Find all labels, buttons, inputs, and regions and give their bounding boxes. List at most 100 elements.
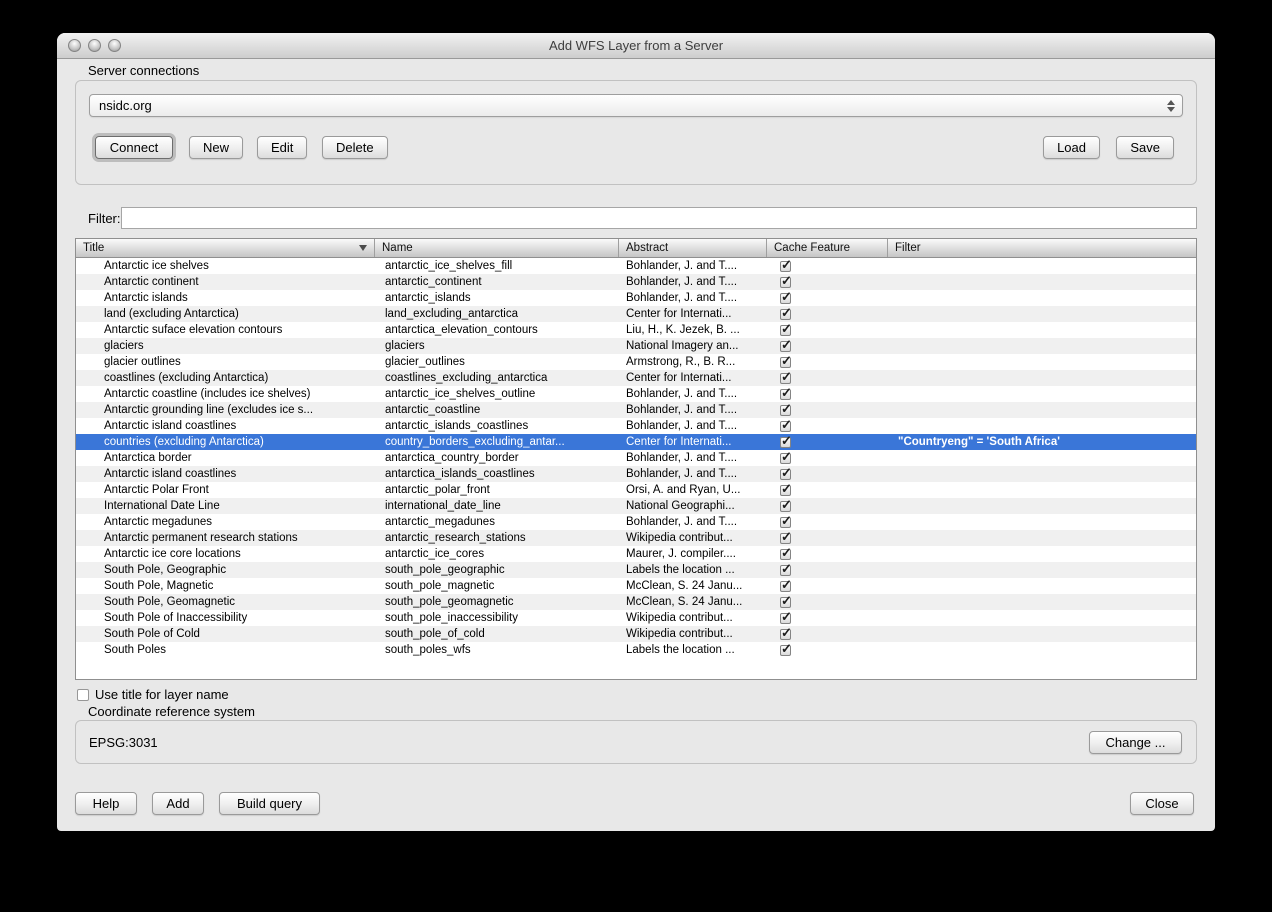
table-row[interactable]: Antarctic islandsantarctic_islandsBohlan… [76, 290, 1196, 306]
table-row[interactable]: Antarctic megadunesantarctic_megadunesBo… [76, 514, 1196, 530]
row-cache-cell [767, 306, 888, 322]
server-connection-select[interactable]: nsidc.org [89, 94, 1183, 117]
table-row[interactable]: land (excluding Antarctica)land_excludin… [76, 306, 1196, 322]
use-title-checkbox[interactable] [77, 689, 89, 701]
change-crs-button[interactable]: Change ... [1089, 731, 1182, 754]
filter-input[interactable] [121, 207, 1197, 229]
window-title: Add WFS Layer from a Server [549, 38, 723, 53]
cache-feature-checkbox[interactable] [780, 437, 791, 448]
table-row[interactable]: glacier outlinesglacier_outlinesArmstron… [76, 354, 1196, 370]
cache-feature-checkbox[interactable] [780, 357, 791, 368]
cache-feature-checkbox[interactable] [780, 389, 791, 400]
table-row[interactable]: South Pole of Coldsouth_pole_of_coldWiki… [76, 626, 1196, 642]
cache-feature-checkbox[interactable] [780, 261, 791, 272]
row-title: South Pole, Geomagnetic [76, 594, 375, 610]
row-name: south_pole_geomagnetic [375, 594, 619, 610]
row-filter [888, 306, 1196, 322]
table-row[interactable]: Antarctica borderantarctica_country_bord… [76, 450, 1196, 466]
row-title: Antarctic ice core locations [76, 546, 375, 562]
table-row[interactable]: Antarctic coastline (includes ice shelve… [76, 386, 1196, 402]
row-cache-cell [767, 610, 888, 626]
row-cache-cell [767, 562, 888, 578]
help-button[interactable]: Help [75, 792, 137, 815]
table-row[interactable]: coastlines (excluding Antarctica)coastli… [76, 370, 1196, 386]
cache-feature-checkbox[interactable] [780, 629, 791, 640]
table-row[interactable]: Antarctic island coastlinesantarctic_isl… [76, 418, 1196, 434]
column-header-title[interactable]: Title [76, 239, 375, 257]
table-row[interactable]: Antarctic island coastlinesantarctica_is… [76, 466, 1196, 482]
minimize-window-icon[interactable] [88, 39, 101, 52]
table-body: Antarctic ice shelves antarctic_ice_shelv… [76, 258, 1196, 658]
row-name: antarctic_ice_shelves_outline [375, 386, 619, 402]
row-cache-cell [767, 322, 888, 338]
cache-feature-checkbox[interactable] [780, 277, 791, 288]
server-connections-group: nsidc.org Connect New Edit Delete Load S… [75, 80, 1197, 185]
delete-button[interactable]: Delete [322, 136, 388, 159]
cache-feature-checkbox[interactable] [780, 613, 791, 624]
row-abstract: Bohlander, J. and T.... [619, 466, 767, 482]
table-row[interactable]: Antarctic ice core locationsantarctic_ic… [76, 546, 1196, 562]
cache-feature-checkbox[interactable] [780, 517, 791, 528]
build-query-button[interactable]: Build query [219, 792, 320, 815]
row-title: Antarctic ice shelves [76, 258, 375, 274]
cache-feature-checkbox[interactable] [780, 373, 791, 384]
row-name: antarctic_islands [375, 290, 619, 306]
edit-button[interactable]: Edit [257, 136, 307, 159]
cache-feature-checkbox[interactable] [780, 421, 791, 432]
table-row[interactable]: Antarctic permanent research stationsant… [76, 530, 1196, 546]
cache-feature-checkbox[interactable] [780, 469, 791, 480]
cache-feature-checkbox[interactable] [780, 597, 791, 608]
cache-feature-checkbox[interactable] [780, 501, 791, 512]
load-button[interactable]: Load [1043, 136, 1100, 159]
row-abstract: Bohlander, J. and T.... [619, 450, 767, 466]
table-row[interactable]: Antarctic ice shelvesantarctic_ice_shelv… [76, 258, 1196, 274]
zoom-window-icon[interactable] [108, 39, 121, 52]
column-header-cache-feature[interactable]: Cache Feature [767, 239, 888, 257]
row-filter [888, 338, 1196, 354]
table-row[interactable]: South Pole of Inaccessibilitysouth_pole_… [76, 610, 1196, 626]
cache-feature-checkbox[interactable] [780, 565, 791, 576]
table-row[interactable]: South Pole, Magneticsouth_pole_magneticM… [76, 578, 1196, 594]
table-row[interactable]: countries (excluding Antarctica)country_… [76, 434, 1196, 450]
close-window-icon[interactable] [68, 39, 81, 52]
cache-feature-checkbox[interactable] [780, 645, 791, 656]
table-row[interactable]: International Date Lineinternational_dat… [76, 498, 1196, 514]
cache-feature-checkbox[interactable] [780, 293, 791, 304]
cache-feature-checkbox[interactable] [780, 405, 791, 416]
title-bar[interactable]: Add WFS Layer from a Server [57, 33, 1215, 59]
row-name: land_excluding_antarctica [375, 306, 619, 322]
table-row[interactable]: South Pole, Geographicsouth_pole_geograp… [76, 562, 1196, 578]
cache-feature-checkbox[interactable] [780, 325, 791, 336]
row-name: international_date_line [375, 498, 619, 514]
table-row[interactable]: Antarctic grounding line (excludes ice s… [76, 402, 1196, 418]
row-filter [888, 274, 1196, 290]
row-cache-cell [767, 258, 888, 274]
close-button[interactable]: Close [1130, 792, 1194, 815]
table-row[interactable]: Antarctic Polar Frontantarctic_polar_fro… [76, 482, 1196, 498]
row-filter [888, 402, 1196, 418]
row-abstract: Liu, H., K. Jezek, B. ... [619, 322, 767, 338]
table-row[interactable]: Antarctic continentantarctic_continentBo… [76, 274, 1196, 290]
save-button[interactable]: Save [1116, 136, 1174, 159]
connect-button[interactable]: Connect [95, 136, 173, 159]
cache-feature-checkbox[interactable] [780, 309, 791, 320]
crs-value: EPSG:3031 [89, 735, 158, 750]
column-header-abstract[interactable]: Abstract [619, 239, 767, 257]
cache-feature-checkbox[interactable] [780, 549, 791, 560]
new-button[interactable]: New [189, 136, 243, 159]
cache-feature-checkbox[interactable] [780, 453, 791, 464]
cache-feature-checkbox[interactable] [780, 341, 791, 352]
table-row[interactable]: Antarctic suface elevation contoursantar… [76, 322, 1196, 338]
row-abstract: Center for Internati... [619, 370, 767, 386]
cache-feature-checkbox[interactable] [780, 581, 791, 592]
column-header-filter[interactable]: Filter [888, 239, 1196, 257]
table-row[interactable]: South Polessouth_poles_wfsLabels the loc… [76, 642, 1196, 658]
table-row[interactable]: South Pole, Geomagneticsouth_pole_geomag… [76, 594, 1196, 610]
cache-feature-checkbox[interactable] [780, 485, 791, 496]
add-wfs-layer-dialog: Add WFS Layer from a Server Server conne… [57, 33, 1215, 831]
table-row[interactable]: glaciersglaciersNational Imagery an... [76, 338, 1196, 354]
cache-feature-checkbox[interactable] [780, 533, 791, 544]
add-button[interactable]: Add [152, 792, 204, 815]
use-title-checkbox-row[interactable]: Use title for layer name [77, 687, 229, 702]
column-header-name[interactable]: Name [375, 239, 619, 257]
